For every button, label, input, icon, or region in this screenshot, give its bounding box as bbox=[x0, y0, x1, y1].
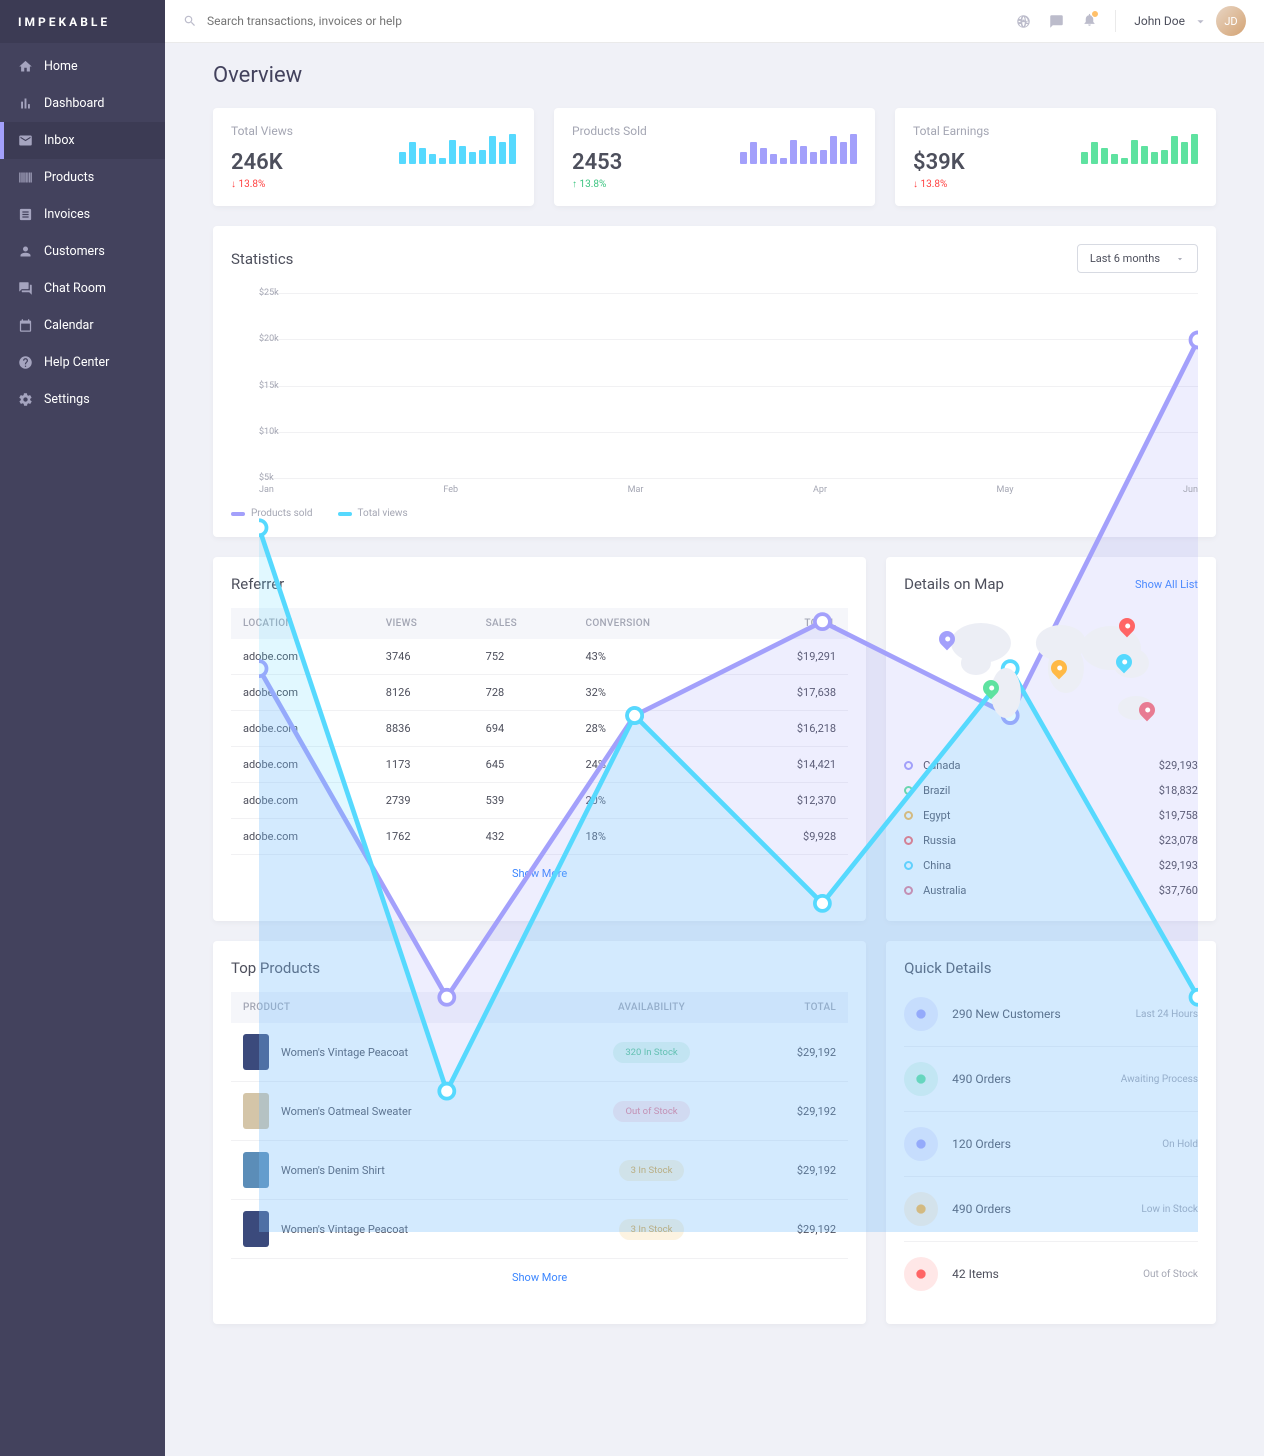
kpi-value: 2453 bbox=[572, 150, 647, 175]
nav-calendar[interactable]: Calendar bbox=[0, 307, 165, 344]
notification-icon[interactable] bbox=[1082, 12, 1097, 31]
nav-dashboard[interactable]: Dashboard bbox=[0, 85, 165, 122]
avatar: JD bbox=[1216, 6, 1246, 36]
kpi-value: 246K bbox=[231, 150, 293, 175]
nav-chat-room[interactable]: Chat Room bbox=[0, 270, 165, 307]
nav-home[interactable]: Home bbox=[0, 48, 165, 85]
world-map bbox=[904, 608, 1198, 738]
calendar-icon bbox=[18, 318, 33, 333]
user-name: John Doe bbox=[1134, 14, 1185, 28]
statistics-chart: $25k$20k$15k$10k$5k JanFebMarAprMayJun bbox=[231, 293, 1198, 503]
barcode-icon bbox=[18, 170, 33, 185]
kpi-value: $39K bbox=[913, 150, 989, 175]
kpi-label: Total Earnings bbox=[913, 124, 989, 138]
statistics-title: Statistics bbox=[231, 250, 293, 268]
kpi-card: Products Sold 2453 ↑ 13.8% bbox=[554, 108, 875, 206]
brand-logo: IMPEKABLE bbox=[0, 0, 165, 43]
statistics-card: Statistics Last 6 months $25k$20k$15k$10… bbox=[213, 226, 1216, 537]
nav-list: HomeDashboardInboxProductsInvoicesCustom… bbox=[0, 43, 165, 418]
kpi-change: ↓ 13.8% bbox=[913, 179, 989, 190]
products-show-more[interactable]: Show More bbox=[231, 1259, 848, 1296]
gear-icon bbox=[18, 392, 33, 407]
invoice-icon bbox=[18, 207, 33, 222]
kpi-sparkline bbox=[399, 124, 516, 164]
nav-invoices[interactable]: Invoices bbox=[0, 196, 165, 233]
quick-detail-item[interactable]: 42 ItemsOut of Stock bbox=[904, 1242, 1198, 1306]
user-icon bbox=[18, 244, 33, 259]
nav-products[interactable]: Products bbox=[0, 159, 165, 196]
mail-icon bbox=[18, 133, 33, 148]
search-box bbox=[183, 14, 1016, 28]
help-icon bbox=[18, 355, 33, 370]
range-dropdown[interactable]: Last 6 months bbox=[1077, 244, 1198, 273]
kpi-sparkline bbox=[740, 124, 857, 164]
nav-customers[interactable]: Customers bbox=[0, 233, 165, 270]
chat-icon[interactable] bbox=[1049, 14, 1064, 29]
kpi-card: Total Earnings $39K ↓ 13.8% bbox=[895, 108, 1216, 206]
bars-icon bbox=[18, 96, 33, 111]
nav-settings[interactable]: Settings bbox=[0, 381, 165, 418]
user-menu[interactable]: John Doe JD bbox=[1134, 6, 1246, 36]
map-svg bbox=[904, 608, 1198, 738]
search-input[interactable] bbox=[207, 14, 507, 28]
nav-help-center[interactable]: Help Center bbox=[0, 344, 165, 381]
topbar: John Doe JD bbox=[165, 0, 1264, 43]
sidebar: IMPEKABLE HomeDashboardInboxProductsInvo… bbox=[0, 0, 165, 1456]
globe-icon[interactable] bbox=[1016, 14, 1031, 29]
nav-inbox[interactable]: Inbox bbox=[0, 122, 165, 159]
home-icon bbox=[18, 59, 33, 74]
kpi-label: Total Views bbox=[231, 124, 293, 138]
chat-icon bbox=[18, 281, 33, 296]
kpi-change: ↑ 13.8% bbox=[572, 179, 647, 190]
search-icon bbox=[183, 14, 197, 28]
kpi-change: ↓ 13.8% bbox=[231, 179, 293, 190]
page-title: Overview bbox=[213, 63, 1216, 88]
divider bbox=[1115, 10, 1116, 32]
chevron-down-icon bbox=[1193, 14, 1208, 29]
kpi-sparkline bbox=[1081, 124, 1198, 164]
kpi-card: Total Views 246K ↓ 13.8% bbox=[213, 108, 534, 206]
chevron-down-icon bbox=[1175, 254, 1185, 264]
kpi-label: Products Sold bbox=[572, 124, 647, 138]
